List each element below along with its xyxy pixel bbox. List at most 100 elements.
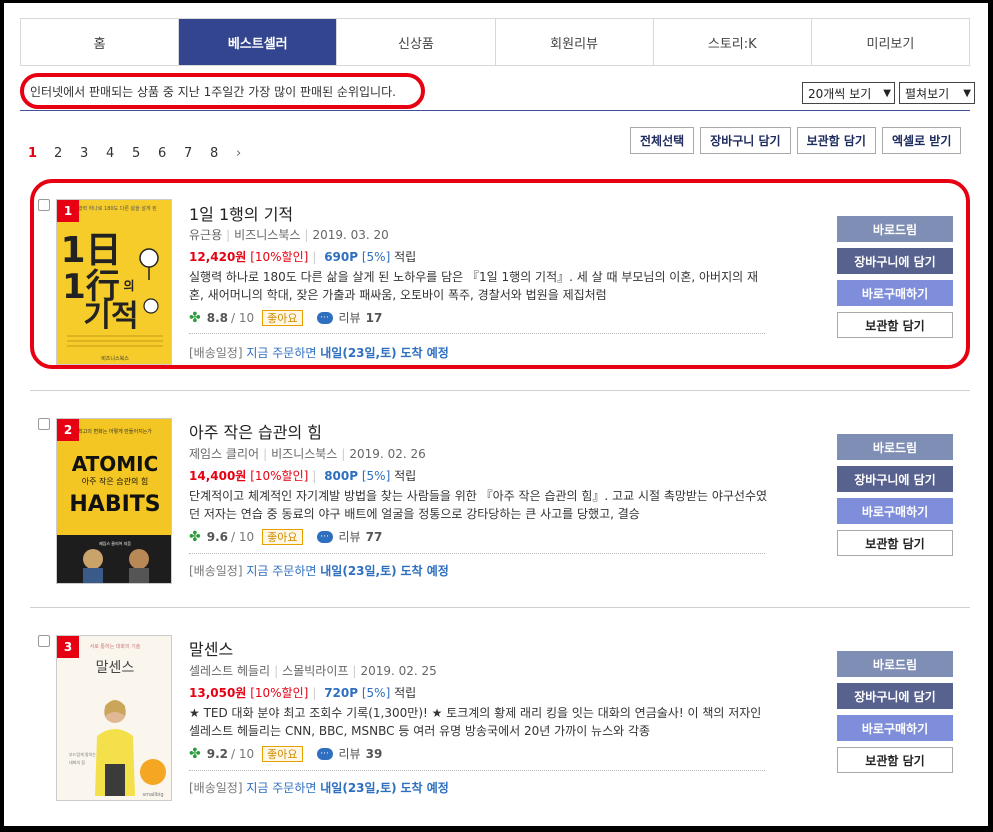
sale-price: 14,400원 — [189, 469, 247, 483]
points-label: 적립 — [394, 250, 417, 264]
review-count[interactable]: 17 — [366, 311, 383, 325]
book-cover[interactable]: 2 최고의 변화는 어떻게 만들어지는가 ATOMIC 아주 작은 습관의 힘 … — [56, 418, 172, 584]
review-count[interactable]: 39 — [366, 747, 383, 761]
buy-now-button[interactable]: 바로구매하기 — [837, 498, 953, 524]
book-author[interactable]: 제임스 클리어 — [189, 447, 259, 461]
svg-text:서로 통하는 대화의 기술: 서로 통하는 대화의 기술 — [90, 643, 141, 650]
tab-bestseller[interactable]: 베스트셀러 — [179, 19, 338, 65]
tab-home[interactable]: 홈 — [21, 19, 180, 65]
add-to-cart-button[interactable]: 장바구니에 담기 — [837, 466, 953, 492]
view-mode-select[interactable]: 펼쳐보기 ▼ — [899, 82, 975, 104]
book-publisher[interactable]: 비즈니스북스 — [271, 447, 337, 461]
bulk-actions: 전체선택 장바구니 담기 보관함 담기 엑셀로 받기 — [630, 127, 962, 154]
shipping-label: [배송일정] — [189, 781, 243, 795]
item-checkbox[interactable] — [38, 635, 50, 647]
page-link-5[interactable]: 5 — [132, 146, 158, 161]
tab-new[interactable]: 신상품 — [337, 19, 496, 65]
book-author[interactable]: 셀레스트 헤들리 — [189, 664, 270, 678]
book-price: 13,050원 [10%할인] | 720P [5%] 적립 — [189, 686, 417, 700]
book-summary: 실행력 하나로 180도 다른 삶을 살게 된 노하우를 담은 『1일 1행의 … — [189, 270, 759, 302]
tab-reviews[interactable]: 회원리뷰 — [495, 19, 654, 65]
direct-pickup-button[interactable]: 바로드림 — [837, 651, 953, 677]
wishlist-button[interactable]: 보관함 담기 — [837, 312, 953, 338]
points-rate: [5%] — [361, 686, 391, 700]
page-link-7[interactable]: 7 — [184, 146, 210, 161]
clover-icon: ✤ — [189, 745, 201, 762]
svg-text:최고의 변화는 어떻게 만들어지는가: 최고의 변화는 어떻게 만들어지는가 — [78, 428, 152, 435]
review-icon — [316, 747, 333, 760]
page-link-2[interactable]: 2 — [54, 146, 80, 161]
svg-text:대화의 힘: 대화의 힘 — [69, 759, 85, 765]
wishlist-button[interactable]: 보관함 담기 — [837, 530, 953, 556]
view-mode-value: 펼쳐보기 — [905, 86, 950, 101]
item-checkbox[interactable] — [38, 199, 50, 211]
tab-story[interactable]: 스토리:K — [653, 19, 812, 65]
book-cover[interactable]: 3 서로 통하는 대화의 기술 말센스 부드럽게 말하는 대화의 힘 small… — [56, 635, 172, 801]
svg-text:HABITS: HABITS — [69, 492, 160, 517]
svg-text:1日: 1日 — [60, 230, 121, 271]
book-price: 14,400원 [10%할인] | 800P [5%] 적립 — [189, 469, 417, 483]
book-author[interactable]: 유근용 — [189, 228, 222, 242]
add-to-wishlist-button[interactable]: 보관함 담기 — [796, 127, 876, 154]
book-date: 2019. 03. 20 — [312, 228, 389, 242]
page-link-4[interactable]: 4 — [106, 146, 132, 161]
book-item-2: 2 최고의 변화는 어떻게 만들어지는가 ATOMIC 아주 작은 습관의 힘 … — [30, 390, 970, 590]
reward-points: 800P — [324, 469, 359, 483]
add-to-cart-button[interactable]: 장바구니에 담기 — [837, 683, 953, 709]
book-date: 2019. 02. 26 — [349, 447, 426, 461]
item-checkbox[interactable] — [38, 418, 50, 430]
shipping-text: 지금 주문하면 — [246, 564, 317, 578]
rating-max: / 10 — [231, 746, 255, 761]
book-title[interactable]: 1일 1행의 기적 — [189, 201, 293, 225]
clover-icon: ✤ — [189, 309, 201, 326]
book-meta: 셀레스트 헤들리 | 스몰빅라이프 | 2019. 02. 25 — [189, 664, 437, 678]
shipping-arrive: 도착 예정 — [400, 781, 449, 795]
shipping-date: 내일(23일,토) — [320, 346, 397, 360]
points-rate: [5%] — [361, 469, 391, 483]
book-summary: 단계적이고 체계적인 자기계발 방법을 찾는 사람들을 위한 『아주 작은 습관… — [189, 489, 768, 521]
chevron-down-icon: ▼ — [883, 87, 891, 99]
add-to-cart-button[interactable]: 장바구니에 담기 — [837, 248, 953, 274]
tab-preview[interactable]: 미리보기 — [811, 19, 970, 65]
book-title[interactable]: 말센스 — [189, 636, 233, 660]
export-excel-button[interactable]: 엑셀로 받기 — [881, 127, 962, 154]
svg-text:smallbig: smallbig — [142, 792, 163, 798]
svg-text:의: 의 — [123, 278, 134, 293]
shipping-label: [배송일정] — [189, 346, 243, 360]
book-rating: ✤ 9.2 / 10 좋아요 리뷰 39 — [189, 745, 382, 762]
select-all-button[interactable]: 전체선택 — [630, 127, 695, 154]
sale-price: 13,050원 — [189, 686, 247, 700]
book-publisher[interactable]: 비즈니스북스 — [234, 228, 300, 242]
chevron-down-icon: ▼ — [963, 87, 971, 99]
buy-now-button[interactable]: 바로구매하기 — [837, 715, 953, 741]
rating-max: / 10 — [231, 310, 255, 325]
shipping-text: 지금 주문하면 — [246, 346, 317, 360]
points-rate: [5%] — [361, 250, 391, 264]
count-select[interactable]: 20개씩 보기 ▼ — [802, 82, 895, 104]
ranking-header: 인터넷에서 판매되는 상품 중 지난 1주일간 가장 많이 판매된 순위입니다.… — [20, 73, 975, 111]
book-publisher[interactable]: 스몰빅라이프 — [282, 664, 348, 678]
svg-text:기적: 기적 — [83, 299, 138, 334]
book-cover[interactable]: 1 실행력 하나로 180도 다른 삶을 살게 된 1日 1行 의 기적 비즈니… — [56, 199, 172, 365]
add-to-cart-button[interactable]: 장바구니 담기 — [700, 127, 791, 154]
ranking-description: 인터넷에서 판매되는 상품 중 지난 1주일간 가장 많이 판매된 순위입니다. — [20, 73, 425, 109]
divider — [189, 770, 765, 771]
book-rating: ✤ 8.8 / 10 좋아요 리뷰 17 — [189, 309, 382, 326]
next-page-icon[interactable]: › — [236, 146, 241, 161]
rating-badge: 좋아요 — [262, 745, 303, 762]
book-date: 2019. 02. 25 — [360, 664, 437, 678]
page-link-1[interactable]: 1 — [28, 146, 54, 161]
discount-rate: [10%할인] — [250, 686, 309, 700]
svg-text:부드럽게 말하는: 부드럽게 말하는 — [69, 751, 96, 757]
direct-pickup-button[interactable]: 바로드림 — [837, 216, 953, 242]
direct-pickup-button[interactable]: 바로드림 — [837, 434, 953, 460]
page-link-8[interactable]: 8 — [210, 146, 236, 161]
book-title[interactable]: 아주 작은 습관의 힘 — [189, 419, 322, 443]
wishlist-button[interactable]: 보관함 담기 — [837, 747, 953, 773]
ranking-description-text: 인터넷에서 판매되는 상품 중 지난 1주일간 가장 많이 판매된 순위입니다. — [30, 84, 396, 99]
buy-now-button[interactable]: 바로구매하기 — [837, 280, 953, 306]
review-count[interactable]: 77 — [366, 530, 383, 544]
svg-text:실행력 하나로 180도 다른 삶을 살게 된: 실행력 하나로 180도 다른 삶을 살게 된 — [73, 205, 157, 212]
page-link-6[interactable]: 6 — [158, 146, 184, 161]
page-link-3[interactable]: 3 — [80, 146, 106, 161]
